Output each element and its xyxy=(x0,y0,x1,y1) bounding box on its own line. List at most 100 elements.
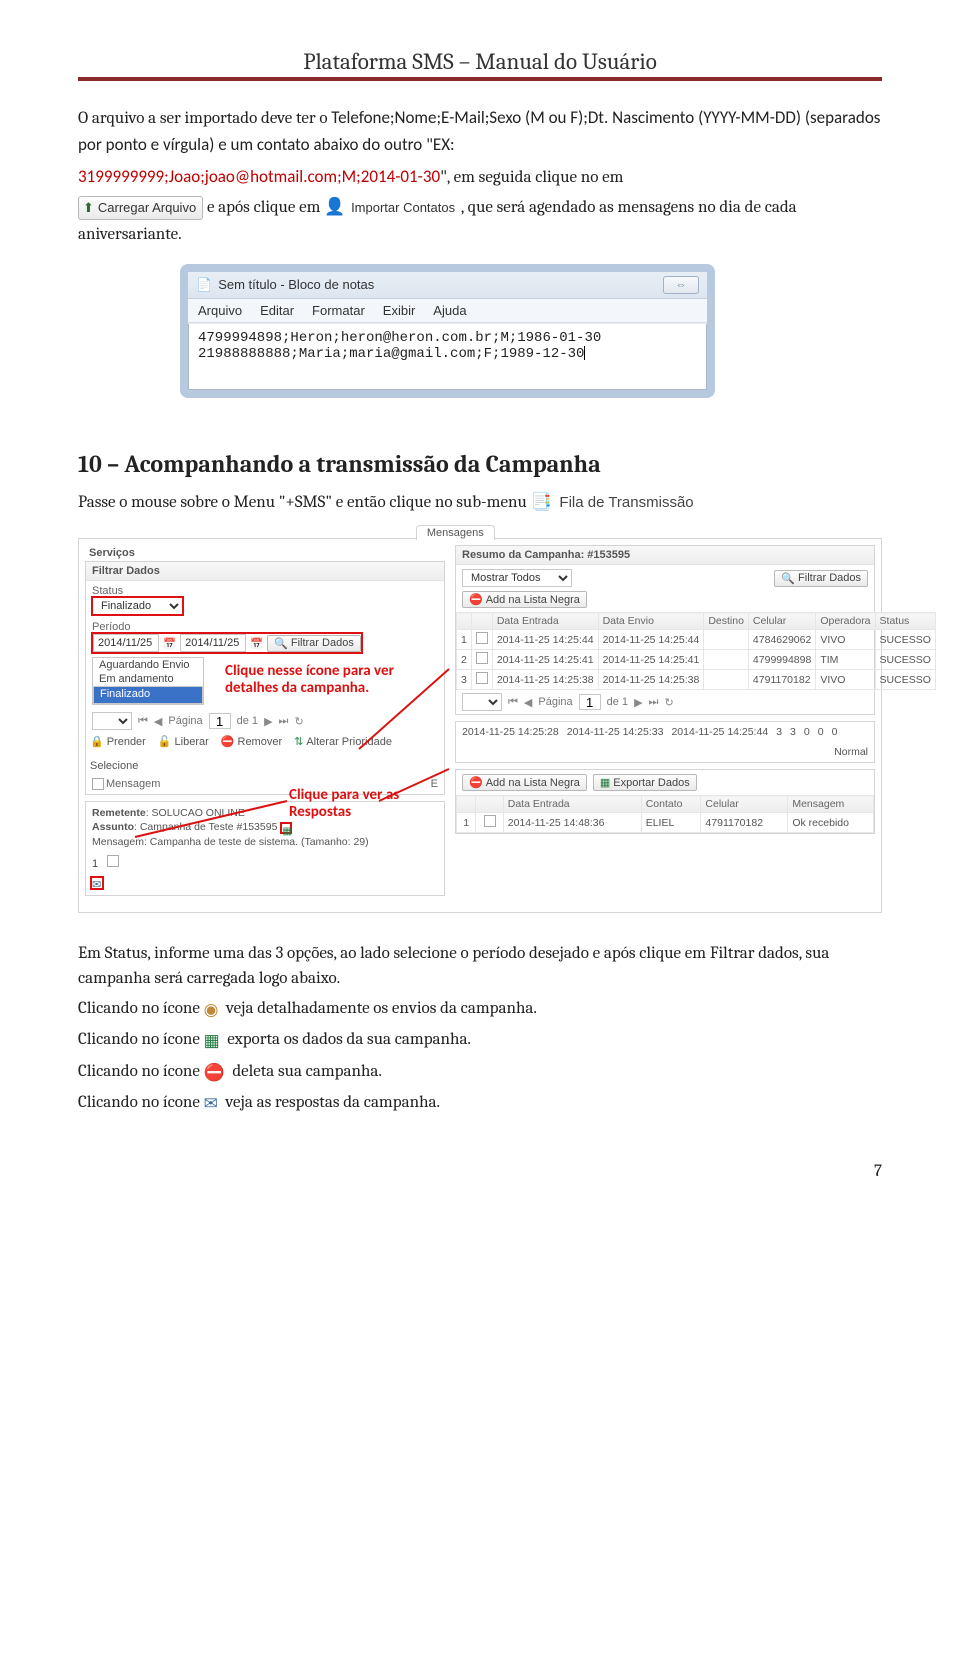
page-number-input[interactable] xyxy=(209,713,231,729)
th-status: Status xyxy=(875,613,935,630)
row-cb[interactable] xyxy=(476,632,488,644)
maximize-icon[interactable]: ⇔ xyxy=(663,276,699,294)
last-page-icon[interactable]: ⏭ xyxy=(279,715,289,728)
th-entrada: Data Entrada xyxy=(492,613,598,630)
blacklist-button-2[interactable]: ⛔Add na Lista Negra xyxy=(462,774,587,791)
th2-celular: Celular xyxy=(701,796,788,813)
row2-cb[interactable] xyxy=(484,815,496,827)
th-cb xyxy=(471,613,492,630)
intro-ex-open: "EX: xyxy=(426,134,455,155)
msg-col-label: Mensagem xyxy=(106,778,160,790)
menu-formatar[interactable]: Formatar xyxy=(312,303,365,318)
page-size-select[interactable]: 10 xyxy=(92,712,132,730)
respostas-table: Data Entrada Contato Celular Mensagem 1 … xyxy=(456,795,874,833)
action-alterar[interactable]: ⇅Alterar Prioridade xyxy=(294,735,392,748)
status-opt-aguardando[interactable]: Aguardando Envio xyxy=(93,658,203,672)
intro-ex-close: " xyxy=(440,166,447,187)
person-icon: 👤 xyxy=(324,195,345,221)
table-row[interactable]: 3 2014-11-25 14:25:38 2014-11-25 14:25:3… xyxy=(457,670,936,690)
notepad-body[interactable]: 4799994898;Heron;heron@heron.com.br;M;19… xyxy=(188,323,707,390)
queue-icon: 📑 xyxy=(530,490,551,516)
prev-page-icon-2[interactable]: ◀ xyxy=(524,696,532,709)
filtrar-dados-button[interactable]: 🔍Filtrar Dados xyxy=(267,635,361,652)
page-number: 7 xyxy=(78,1162,882,1181)
intro-paragraph: O arquivo a ser importado deve ter o Tel… xyxy=(78,105,882,160)
row-cb[interactable] xyxy=(476,652,488,664)
status-listbox[interactable]: Aguardando Envio Em andamento Finalizado xyxy=(92,657,204,705)
mostrar-select[interactable]: Mostrar Todos xyxy=(462,569,572,587)
resumo-title: Resumo da Campanha: #153595 xyxy=(456,546,874,565)
date-from-input[interactable] xyxy=(93,634,159,652)
action-selecione[interactable]: Selecione xyxy=(90,760,138,772)
action-row: 🔒Prender 🔓Liberar ⛔Remover ⇅Alterar Prio… xyxy=(86,733,444,774)
unlock-icon: 🔓 xyxy=(158,735,172,748)
calendar-icon-2[interactable]: 📅 xyxy=(250,637,263,650)
table-row[interactable]: 2 2014-11-25 14:25:41 2014-11-25 14:25:4… xyxy=(457,650,936,670)
th-num xyxy=(457,613,472,630)
exportar-button[interactable]: ▦Exportar Dados xyxy=(593,774,697,791)
blacklist-button[interactable]: ⛔Add na Lista Negra xyxy=(462,591,587,608)
status-opt-finalizado[interactable]: Finalizado xyxy=(93,686,203,704)
sum-tail: Normal xyxy=(834,746,868,758)
prev-page-icon[interactable]: ◀ xyxy=(154,715,162,728)
section-10-lead: Passe o mouse sobre o Menu "+SMS" e entã… xyxy=(78,490,882,516)
menu-ajuda[interactable]: Ajuda xyxy=(433,303,466,318)
intro-example: 3199999999;Joao;joao@hotmail.com;M;2014-… xyxy=(78,166,440,187)
periodo-label: Período xyxy=(92,621,438,633)
refresh-icon-2[interactable]: ↻ xyxy=(664,696,673,709)
intro-example-line: 3199999999;Joao;joao@hotmail.com;M;2014-… xyxy=(78,164,882,191)
mail-icon-inline[interactable]: ✉ xyxy=(92,878,101,891)
intro-buttons-line: ⬆ Carregar Arquivo e após clique em 👤 Im… xyxy=(78,195,882,248)
excel-icon-legend: ▦ xyxy=(204,1029,220,1055)
menu-arquivo[interactable]: Arquivo xyxy=(198,303,242,318)
after-panel-text: Em Status, informe uma das 3 opções, ao … xyxy=(78,941,882,1118)
notepad-title: Sem título - Bloco de notas xyxy=(218,277,374,292)
next-page-icon-2[interactable]: ▶ xyxy=(634,696,642,709)
last-page-icon-2[interactable]: ⏭ xyxy=(649,696,659,709)
row1-checkbox[interactable] xyxy=(107,855,119,867)
filtrar-dados-button-right[interactable]: 🔍Filtrar Dados xyxy=(774,570,868,587)
minus-icon: ⛔ xyxy=(221,735,235,748)
status-label: Status xyxy=(92,585,183,597)
page-size-select-2[interactable]: 10 xyxy=(462,693,502,711)
calendar-icon[interactable]: 📅 xyxy=(163,637,176,650)
status-select[interactable]: Finalizado xyxy=(92,597,183,615)
row-checkbox[interactable] xyxy=(92,778,104,790)
th2-cb xyxy=(476,796,503,813)
table-row[interactable]: 1 2014-11-25 14:48:36 ELIEL 4791170182 O… xyxy=(457,813,874,833)
page-number-input-2[interactable] xyxy=(579,694,601,710)
tab-mensagens[interactable]: Mensagens xyxy=(416,525,495,540)
sum-ts1: 2014-11-25 14:25:28 xyxy=(462,726,559,738)
filtrar-btn-label-2: Filtrar Dados xyxy=(798,572,861,584)
intro-after-btn1: e após clique em xyxy=(207,198,324,217)
first-page-icon[interactable]: ⏮ xyxy=(138,715,148,728)
importar-contatos-button[interactable]: Importar Contatos xyxy=(349,198,457,218)
intro-a: O arquivo a ser importado deve ter o xyxy=(78,109,331,128)
envios-table: Data Entrada Data Envio Destino Celular … xyxy=(456,612,936,690)
carregar-arquivo-button[interactable]: ⬆ Carregar Arquivo xyxy=(78,196,203,220)
row-cb[interactable] xyxy=(476,672,488,684)
action-remover[interactable]: ⛔Remover xyxy=(221,735,282,748)
th2-mensagem: Mensagem xyxy=(788,796,874,813)
refresh-icon[interactable]: ↻ xyxy=(294,715,303,728)
th-envio: Data Envio xyxy=(598,613,704,630)
pager-right: 10 ⏮ ◀ Página de 1 ▶ ⏭ ↻ xyxy=(456,690,874,714)
action-liberar[interactable]: 🔓Liberar xyxy=(158,735,209,748)
date-to-input[interactable] xyxy=(180,634,246,652)
fila-transmissao-button[interactable]: Fila de Transmissão xyxy=(555,490,699,515)
menu-editar[interactable]: Editar xyxy=(260,303,294,318)
e-col: E xyxy=(431,778,438,790)
sum-ts3: 2014-11-25 14:25:44 xyxy=(671,726,768,738)
right-column: Resumo da Campanha: #153595 Mostrar Todo… xyxy=(455,545,875,840)
section-10-heading: 10 – Acompanhando a transmissão da Campa… xyxy=(78,450,882,478)
status-opt-andamento[interactable]: Em andamento xyxy=(93,672,203,686)
menu-exibir[interactable]: Exibir xyxy=(383,303,416,318)
table-row[interactable]: 1 2014-11-25 14:25:44 2014-11-25 14:25:4… xyxy=(457,630,936,650)
magnifier-icon-2: 🔍 xyxy=(781,572,795,585)
swap-icon: ⇅ xyxy=(294,735,303,748)
campaign-detail-box: Remetente: SOLUCAO ONLINE Assunto: Campa… xyxy=(85,801,445,896)
next-page-icon[interactable]: ▶ xyxy=(264,715,272,728)
action-prender[interactable]: 🔒Prender xyxy=(90,735,146,748)
sum-n5: 0 xyxy=(832,726,838,738)
first-page-icon-2[interactable]: ⏮ xyxy=(508,696,518,709)
